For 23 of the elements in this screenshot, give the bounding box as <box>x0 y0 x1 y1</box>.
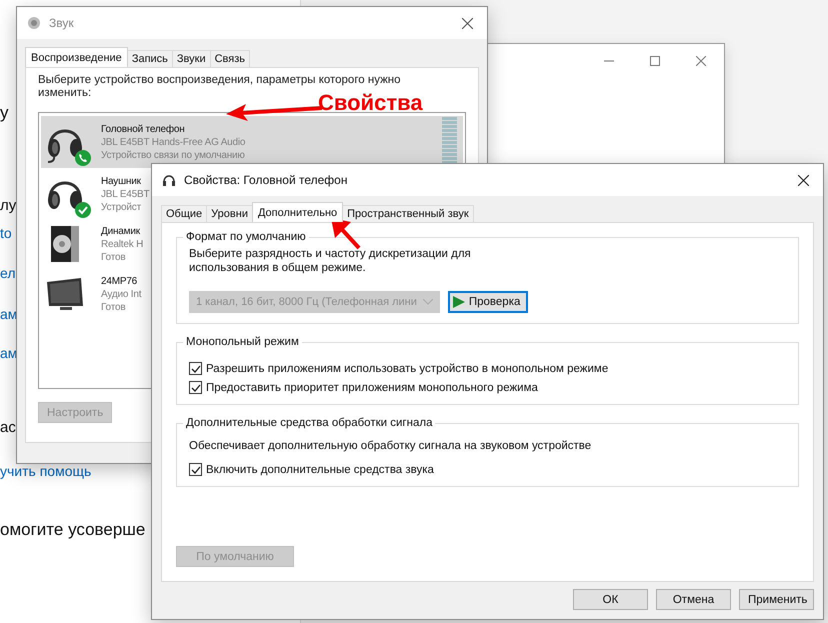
group-description: Выберите разрядность и частоту дискретизации для использования в общем режиме. <box>189 247 472 275</box>
device-description: Realtek H <box>101 238 144 250</box>
settings-text: омогите усоверше <box>0 520 146 540</box>
window-title: Свойства: Головной телефон <box>184 173 348 187</box>
device-name: Динамик <box>101 224 140 238</box>
device-description: Аудио Int <box>101 288 142 300</box>
device-status: Устройст <box>101 200 141 214</box>
device-name: 24MP76 <box>101 274 138 288</box>
window-title: Звук <box>49 16 75 30</box>
device-name: Головной телефон <box>101 122 185 136</box>
settings-text: лу <box>0 198 16 214</box>
group-title: Монопольный режим <box>185 336 300 348</box>
settings-text: у <box>0 104 8 123</box>
device-status: Устройство связи по умолчанию <box>101 148 245 162</box>
group-title: Формат по умолчанию <box>185 231 307 243</box>
device-description: JBL E45BT <box>101 188 150 200</box>
settings-text: ас <box>0 420 16 436</box>
device-status: Готов <box>101 250 126 264</box>
group-description: Обеспечивает дополнительную обработку сигнала на звуковом устройстве <box>189 439 592 453</box>
group-title: Дополнительные средства обработки сигнала <box>185 417 434 429</box>
device-name: Наушник <box>101 174 141 188</box>
device-description: JBL E45BT Hands-Free AG Audio <box>101 136 246 148</box>
device-status: Готов <box>101 300 126 314</box>
